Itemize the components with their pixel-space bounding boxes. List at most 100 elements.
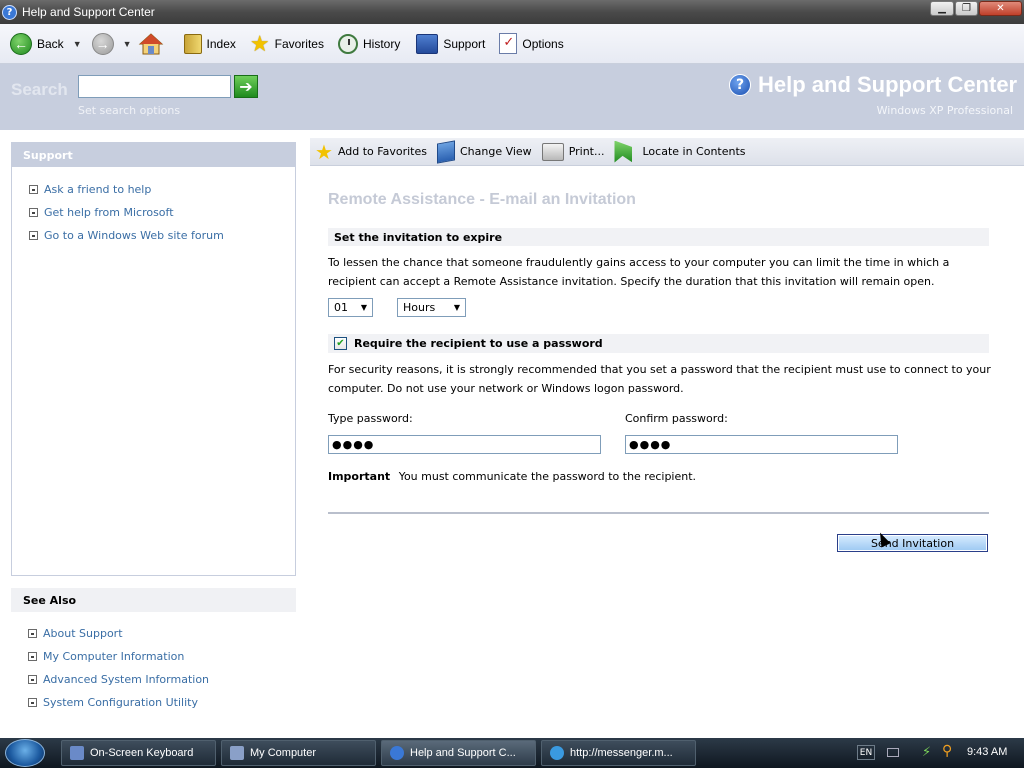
page-title: Help and Support Center xyxy=(758,72,1018,97)
favorites-label: Favorites xyxy=(274,36,324,51)
star-plus-icon: ★ xyxy=(315,139,333,164)
search-tray-icon[interactable]: ⚲ xyxy=(942,743,952,759)
back-button[interactable]: ← Back xyxy=(6,29,68,59)
favorites-button[interactable]: ★ Favorites xyxy=(246,29,328,59)
link-label[interactable]: About Support xyxy=(43,627,123,640)
see-also-link-advanced-info[interactable]: Advanced System Information xyxy=(28,668,296,691)
forward-arrow-icon: → xyxy=(91,32,114,55)
bullet-icon xyxy=(29,208,38,217)
locate-icon xyxy=(614,140,633,163)
chevron-down-icon: ▼ xyxy=(360,303,367,312)
task-on-screen-keyboard[interactable]: On-Screen Keyboard xyxy=(61,740,216,766)
keyboard-tray-icon[interactable] xyxy=(887,748,899,757)
network-icon[interactable]: ⚡ xyxy=(922,745,931,760)
important-note: Important You must communicate the passw… xyxy=(328,470,696,483)
help-icon: ? xyxy=(2,4,17,20)
chevron-down-icon: ▼ xyxy=(72,38,82,49)
require-password-label: Require the recipient to use a password xyxy=(354,337,603,350)
support-heading: Support xyxy=(12,143,295,167)
header-band: Search ➔ Set search options ? Help and S… xyxy=(0,64,1024,130)
content-toolbar: ★ Add to Favorites Change View Print... … xyxy=(310,138,1024,166)
options-button[interactable]: Options xyxy=(495,29,567,59)
maximize-button[interactable]: ❐ xyxy=(955,1,978,16)
expire-section-header: Set the invitation to expire xyxy=(328,228,989,246)
confirm-password-label: Confirm password: xyxy=(625,412,728,425)
add-to-favorites-button[interactable]: ★ Add to Favorites xyxy=(315,142,427,162)
change-view-icon xyxy=(436,139,455,164)
support-button[interactable]: Support xyxy=(412,29,489,59)
print-button[interactable]: Print... xyxy=(541,142,604,161)
history-button[interactable]: History xyxy=(334,29,404,59)
see-also-link-computer-info[interactable]: My Computer Information xyxy=(28,645,296,668)
link-label[interactable]: Ask a friend to help xyxy=(44,183,151,196)
bullet-icon xyxy=(29,185,38,194)
back-dropdown[interactable]: ▼ xyxy=(68,29,84,59)
confirm-password-field[interactable]: ●●●● xyxy=(625,435,898,454)
os-edition: Windows XP Professional xyxy=(876,104,1013,117)
send-invitation-button[interactable]: Send Invitation xyxy=(837,534,988,552)
support-link-ask-friend[interactable]: Ask a friend to help xyxy=(29,178,295,201)
bullet-icon xyxy=(28,675,37,684)
expire-description: To lessen the chance that someone fraudu… xyxy=(328,256,950,288)
link-label[interactable]: Advanced System Information xyxy=(43,673,209,686)
close-button[interactable]: ✕ xyxy=(979,1,1022,16)
home-icon xyxy=(138,32,163,54)
link-label[interactable]: Go to a Windows Web site forum xyxy=(44,229,224,242)
printer-icon xyxy=(541,142,564,161)
require-password-checkbox[interactable]: ✔ xyxy=(334,337,347,350)
bullet-icon xyxy=(28,698,37,707)
language-indicator[interactable]: EN xyxy=(857,745,875,760)
forward-dropdown[interactable]: ▼ xyxy=(118,29,134,59)
type-password-field[interactable]: ●●●● xyxy=(328,435,601,454)
keyboard-icon xyxy=(70,746,84,760)
locate-in-contents-button[interactable]: Locate in Contents xyxy=(614,140,746,163)
see-also-link-msconfig[interactable]: System Configuration Utility xyxy=(28,691,296,714)
change-view-button[interactable]: Change View xyxy=(436,139,532,164)
search-options-link[interactable]: Set search options xyxy=(78,104,180,117)
start-button[interactable] xyxy=(5,739,45,767)
task-messenger-browser[interactable]: http://messenger.m... xyxy=(541,740,696,766)
important-label: Important xyxy=(328,470,391,483)
minimize-button[interactable]: ▁ xyxy=(930,1,954,16)
title-bar: ? Help and Support Center xyxy=(0,0,1024,24)
clock-icon xyxy=(337,33,358,54)
task-my-computer[interactable]: My Computer xyxy=(221,740,376,766)
duration-unit-select[interactable]: Hours ▼ xyxy=(397,298,466,317)
search-go-button[interactable]: ➔ xyxy=(234,75,258,98)
password-description: For security reasons, it is strongly rec… xyxy=(328,363,991,395)
index-label: Index xyxy=(206,36,236,51)
index-button[interactable]: Index xyxy=(180,29,240,59)
back-arrow-icon: ← xyxy=(10,32,32,55)
task-label: My Computer xyxy=(250,747,317,759)
search-label: Search xyxy=(11,80,68,99)
search-input[interactable] xyxy=(78,75,231,98)
support-label: Support xyxy=(443,36,486,51)
options-label: Options xyxy=(522,36,564,51)
help-icon xyxy=(390,746,404,760)
see-also-heading: See Also xyxy=(11,588,296,612)
duration-value-select[interactable]: 01 ▼ xyxy=(328,298,373,317)
support-link-microsoft[interactable]: Get help from Microsoft xyxy=(29,201,295,224)
arrow-right-icon: ➔ xyxy=(239,77,253,96)
home-button[interactable] xyxy=(134,29,168,59)
link-label[interactable]: Get help from Microsoft xyxy=(44,206,174,219)
support-link-forum[interactable]: Go to a Windows Web site forum xyxy=(29,224,295,247)
computer-icon xyxy=(230,746,244,760)
link-label[interactable]: System Configuration Utility xyxy=(43,696,198,709)
change-view-label: Change View xyxy=(459,145,532,158)
clock[interactable]: 9:43 AM xyxy=(967,746,1007,758)
help-icon: ? xyxy=(729,74,751,96)
duration-value: 01 xyxy=(334,301,348,314)
taskbar: On-Screen Keyboard My Computer Help and … xyxy=(0,738,1024,768)
support-pane: Support Ask a friend to help Get help fr… xyxy=(11,142,296,576)
add-favorites-label: Add to Favorites xyxy=(337,145,427,158)
password-section-header: ✔ Require the recipient to use a passwor… xyxy=(328,334,989,353)
link-label[interactable]: My Computer Information xyxy=(43,650,184,663)
see-also-link-about-support[interactable]: About Support xyxy=(28,622,296,645)
task-help-and-support[interactable]: Help and Support C... xyxy=(381,740,536,766)
forward-button[interactable]: → xyxy=(88,29,118,59)
task-label: http://messenger.m... xyxy=(570,747,673,759)
internet-explorer-icon xyxy=(550,746,564,760)
divider xyxy=(328,512,989,514)
bullet-icon xyxy=(28,629,37,638)
